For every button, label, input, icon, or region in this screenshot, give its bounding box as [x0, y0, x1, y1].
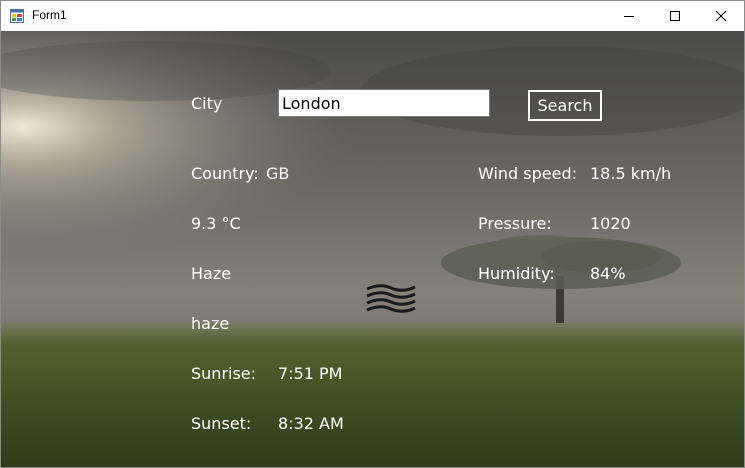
- title-bar[interactable]: Form1: [1, 1, 744, 31]
- minimize-button[interactable]: [606, 1, 652, 31]
- search-button[interactable]: Search: [528, 90, 602, 121]
- condition-description: haze: [191, 314, 230, 333]
- sunrise-label: Sunrise:: [191, 364, 257, 383]
- sunset-label: Sunset:: [191, 414, 252, 433]
- country-value: GB: [266, 164, 290, 183]
- maximize-button[interactable]: [652, 1, 698, 31]
- wind-speed-label: Wind speed:: [478, 164, 578, 183]
- pressure-label: Pressure:: [478, 214, 552, 233]
- close-button[interactable]: [698, 1, 744, 31]
- form-client-area: City Search Country: GB 9.3 °C Haze haze…: [1, 31, 744, 467]
- minimize-icon: [624, 16, 634, 17]
- temperature-value: 9.3 °C: [191, 214, 241, 233]
- condition-main: Haze: [191, 264, 232, 283]
- sunrise-value: 7:51 PM: [278, 364, 343, 383]
- city-input[interactable]: [278, 89, 490, 117]
- city-label: City: [191, 94, 223, 113]
- close-icon: [715, 10, 727, 22]
- sunset-value: 8:32 AM: [278, 414, 344, 433]
- humidity-value: 84%: [590, 264, 626, 283]
- wind-speed-value: 18.5 km/h: [590, 164, 672, 183]
- window-title: Form1: [32, 8, 67, 22]
- app-window: Form1 City London Search Country: GB 9.3…: [0, 0, 745, 468]
- maximize-icon: [670, 11, 680, 21]
- app-icon: [10, 9, 24, 23]
- haze-icon: [366, 284, 416, 313]
- country-label: Country:: [191, 164, 259, 183]
- humidity-label: Humidity:: [478, 264, 555, 283]
- pressure-value: 1020: [590, 214, 631, 233]
